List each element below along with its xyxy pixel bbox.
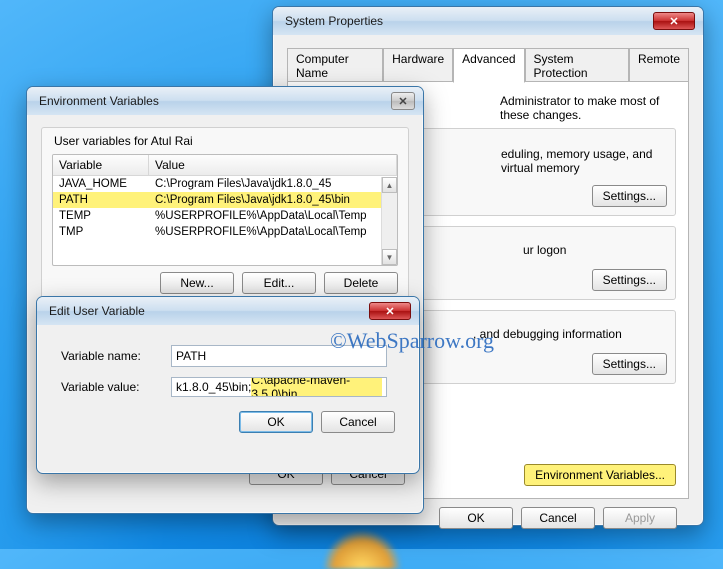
- tabs: Computer Name Hardware Advanced System P…: [287, 47, 689, 82]
- close-icon[interactable]: ✕: [369, 302, 411, 320]
- variable-value-highlighted: C:\apache-maven-3.5.0\bin: [251, 377, 382, 397]
- user-variables-table[interactable]: Variable Value JAVA_HOMEC:\Program Files…: [52, 154, 398, 266]
- window-title: System Properties: [285, 14, 653, 28]
- table-scrollbar[interactable]: ▲ ▼: [381, 177, 397, 265]
- cell-variable: JAVA_HOME: [53, 176, 149, 192]
- variable-value-label: Variable value:: [61, 380, 171, 394]
- editvar-cancel-button[interactable]: Cancel: [321, 411, 395, 433]
- table-row[interactable]: TEMP%USERPROFILE%\AppData\Local\Temp: [53, 208, 397, 224]
- tab-hardware[interactable]: Hardware: [383, 48, 453, 83]
- delete-button[interactable]: Delete: [324, 272, 398, 294]
- tab-computer-name[interactable]: Computer Name: [287, 48, 383, 83]
- cell-value: C:\Program Files\Java\jdk1.8.0_45: [149, 176, 397, 192]
- new-button[interactable]: New...: [160, 272, 234, 294]
- window-title: Edit User Variable: [49, 304, 369, 318]
- tab-advanced[interactable]: Advanced: [453, 48, 524, 83]
- edit-user-variable-dialog: Edit User Variable ✕ Variable name: Vari…: [36, 296, 420, 474]
- col-value[interactable]: Value: [149, 155, 397, 175]
- tab-remote[interactable]: Remote: [629, 48, 689, 83]
- tab-system-protection[interactable]: System Protection: [525, 48, 629, 83]
- editvar-ok-button[interactable]: OK: [239, 411, 313, 433]
- close-icon[interactable]: ✕: [653, 12, 695, 30]
- variable-value-prefix: k1.8.0_45\bin;: [176, 380, 251, 394]
- table-header: Variable Value: [53, 155, 397, 176]
- variable-name-input[interactable]: [171, 345, 387, 367]
- sysprops-apply-button[interactable]: Apply: [603, 507, 677, 529]
- scroll-down-arrow-icon[interactable]: ▼: [382, 249, 397, 265]
- user-variables-group: User variables for Atul Rai Variable Val…: [41, 127, 409, 303]
- table-row[interactable]: JAVA_HOMEC:\Program Files\Java\jdk1.8.0_…: [53, 176, 397, 192]
- system-properties-titlebar[interactable]: System Properties ✕: [273, 7, 703, 35]
- sysprops-cancel-button[interactable]: Cancel: [521, 507, 595, 529]
- startup-desc: , and debugging information: [473, 327, 622, 341]
- window-title: Environment Variables: [39, 94, 391, 108]
- user-variables-legend: User variables for Atul Rai: [54, 134, 398, 148]
- sysprops-ok-button[interactable]: OK: [439, 507, 513, 529]
- startup-settings-button[interactable]: Settings...: [592, 353, 667, 375]
- cell-value: %USERPROFILE%\AppData\Local\Temp: [149, 224, 397, 240]
- cell-variable: PATH: [53, 192, 149, 208]
- performance-desc: eduling, memory usage, and virtual memor…: [501, 147, 675, 175]
- table-row[interactable]: PATHC:\Program Files\Java\jdk1.8.0_45\bi…: [53, 192, 397, 208]
- scroll-up-arrow-icon[interactable]: ▲: [382, 177, 397, 193]
- cell-value: C:\Program Files\Java\jdk1.8.0_45\bin: [149, 192, 397, 208]
- cell-value: %USERPROFILE%\AppData\Local\Temp: [149, 208, 397, 224]
- environment-variables-button[interactable]: Environment Variables...: [524, 464, 676, 486]
- close-icon[interactable]: ✕: [391, 92, 415, 110]
- col-variable[interactable]: Variable: [53, 155, 149, 175]
- variable-value-input[interactable]: k1.8.0_45\bin;C:\apache-maven-3.5.0\bin: [171, 377, 387, 397]
- cell-variable: TMP: [53, 224, 149, 240]
- variable-name-label: Variable name:: [61, 349, 171, 363]
- user-profiles-desc: ur logon: [523, 243, 566, 257]
- edit-button[interactable]: Edit...: [242, 272, 316, 294]
- envvars-titlebar[interactable]: Environment Variables ✕: [27, 87, 423, 115]
- editvar-titlebar[interactable]: Edit User Variable ✕: [37, 297, 419, 325]
- performance-settings-button[interactable]: Settings...: [592, 185, 667, 207]
- user-profiles-settings-button[interactable]: Settings...: [592, 269, 667, 291]
- table-row[interactable]: TMP%USERPROFILE%\AppData\Local\Temp: [53, 224, 397, 240]
- cell-variable: TEMP: [53, 208, 149, 224]
